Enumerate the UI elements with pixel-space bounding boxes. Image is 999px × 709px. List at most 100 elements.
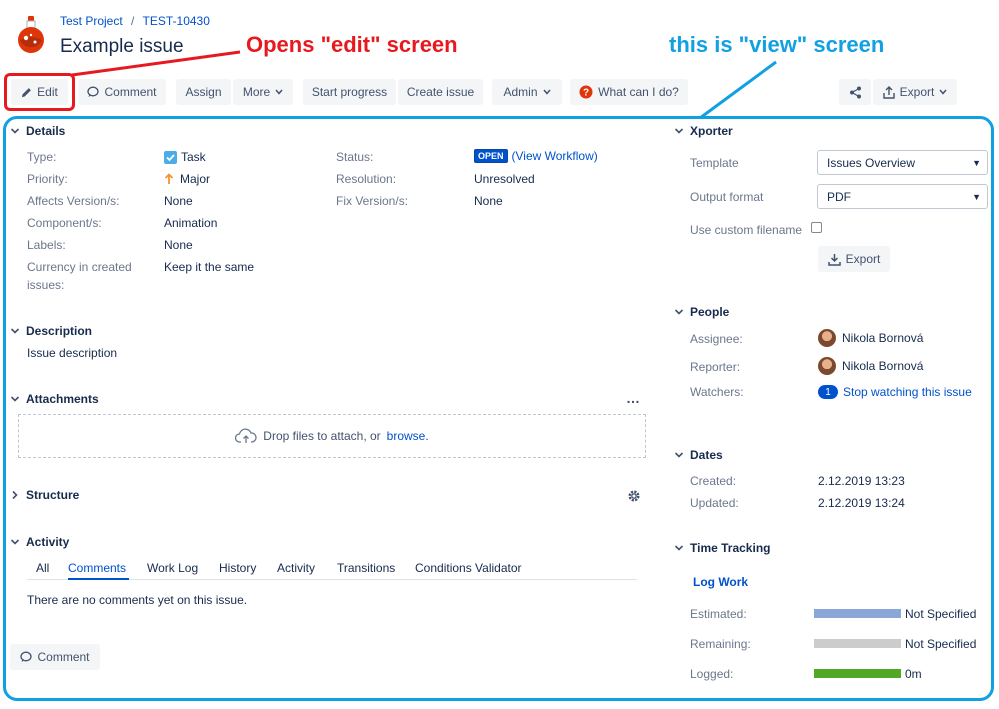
task-type-icon	[164, 150, 177, 164]
custom-filename-checkbox[interactable]	[811, 222, 822, 233]
assignee-label: Assignee:	[690, 332, 743, 346]
component-link[interactable]: Animation	[164, 216, 217, 230]
add-comment-button[interactable]: Comment	[10, 644, 100, 670]
description-text[interactable]: Issue description	[27, 346, 117, 360]
assignee-value[interactable]: Nikola Bornová	[818, 329, 923, 347]
attachments-section-toggle[interactable]: Attachments	[10, 392, 99, 406]
dropzone-text: Drop files to attach, or	[263, 429, 381, 443]
start-progress-button[interactable]: Start progress	[303, 79, 396, 105]
status-lozenge: OPEN	[474, 149, 508, 163]
description-heading: Description	[26, 324, 93, 338]
status-value: OPEN (View Workflow)	[474, 149, 598, 163]
export-icon	[882, 85, 895, 99]
watchers-label: Watchers:	[690, 385, 744, 399]
type-label: Type:	[27, 150, 57, 164]
view-annotation-line	[699, 60, 777, 120]
custom-filename-label: Use custom filename	[690, 223, 803, 237]
more-dropdown[interactable]: More	[233, 79, 293, 105]
arrow-up-priority-icon	[164, 173, 174, 184]
structure-heading: Structure	[26, 488, 80, 502]
chevron-down-icon	[10, 396, 20, 402]
share-button[interactable]	[839, 79, 871, 105]
chevron-down-icon	[275, 89, 283, 95]
xporter-export-label: Export	[845, 252, 881, 266]
edit-button-highlight	[4, 73, 75, 111]
labels-label: Labels:	[27, 238, 66, 252]
created-value: 2.12.2019 13:23	[818, 474, 905, 488]
admin-dropdown[interactable]: Admin	[492, 79, 562, 105]
description-section-toggle[interactable]: Description	[10, 324, 92, 338]
details-heading: Details	[26, 124, 66, 138]
chevron-right-icon	[12, 490, 18, 500]
attachments-more-icon[interactable]: …	[626, 390, 640, 406]
tab-transitions[interactable]: Transitions	[337, 561, 395, 575]
people-section-toggle[interactable]: People	[674, 305, 729, 319]
logged-bar	[814, 669, 901, 678]
tab-activity[interactable]: Activity	[277, 561, 315, 575]
comment-icon	[20, 651, 33, 662]
xporter-export-button[interactable]: Export	[818, 246, 890, 272]
reporter-name: Nikola Bornová	[842, 359, 924, 373]
gear-icon[interactable]	[627, 489, 641, 506]
cloud-upload-icon	[235, 428, 257, 443]
currency-value: Keep it the same	[164, 260, 255, 274]
tab-all[interactable]: All	[36, 561, 49, 575]
priority-label: Priority:	[27, 172, 68, 186]
resolution-value: Unresolved	[474, 172, 535, 186]
chevron-down-icon	[674, 128, 684, 134]
comment-button[interactable]: Comment	[78, 79, 166, 105]
time-tracking-section-toggle[interactable]: Time Tracking	[674, 541, 770, 555]
assign-button[interactable]: Assign	[176, 79, 231, 105]
xporter-section-toggle[interactable]: Xporter	[674, 124, 733, 138]
tab-conditions-validator[interactable]: Conditions Validator	[415, 561, 522, 575]
watchers-count-badge[interactable]: 1	[818, 385, 838, 399]
details-section-toggle[interactable]: Details	[10, 124, 65, 138]
create-issue-button[interactable]: Create issue	[398, 79, 483, 105]
component-label: Component/s:	[27, 216, 102, 230]
stop-watching-link[interactable]: Stop watching this issue	[843, 385, 972, 399]
resolution-label: Resolution:	[336, 172, 397, 186]
fix-version-label: Fix Version/s:	[336, 194, 409, 208]
estimated-value: Not Specified	[905, 607, 977, 621]
created-label: Created:	[690, 474, 737, 488]
dates-section-toggle[interactable]: Dates	[674, 448, 723, 462]
chevron-down-icon	[10, 128, 20, 134]
dates-heading: Dates	[690, 448, 723, 462]
attachment-dropzone[interactable]: Drop files to attach, or browse.	[18, 414, 646, 458]
output-format-select-value: PDF	[827, 190, 851, 204]
status-label: Status:	[336, 150, 374, 164]
what-can-i-do-button[interactable]: ? What can I do?	[570, 79, 688, 105]
template-label: Template	[690, 156, 739, 170]
activity-section-toggle[interactable]: Activity	[10, 535, 69, 549]
labels-value: None	[164, 238, 193, 252]
tab-work-log[interactable]: Work Log	[147, 561, 198, 575]
remaining-label: Remaining:	[690, 637, 751, 651]
updated-value: 2.12.2019 13:24	[818, 496, 905, 510]
tab-history[interactable]: History	[219, 561, 256, 575]
logged-value: 0m	[905, 667, 922, 681]
type-value-text: Task	[181, 150, 206, 164]
attachments-heading: Attachments	[26, 392, 99, 406]
view-workflow-link[interactable]: (View Workflow)	[512, 149, 598, 163]
chevron-down-icon	[674, 452, 684, 458]
affects-version-label: Affects Version/s:	[27, 194, 120, 208]
currency-label-line1: Currency in created	[27, 260, 132, 274]
tab-comments[interactable]: Comments	[68, 561, 126, 575]
log-work-link[interactable]: Log Work	[693, 575, 748, 589]
people-heading: People	[690, 305, 730, 319]
admin-dropdown-label: Admin	[503, 85, 538, 99]
browse-link[interactable]: browse.	[387, 429, 429, 443]
assignee-name: Nikola Bornová	[842, 331, 924, 345]
reporter-value[interactable]: Nikola Bornová	[818, 357, 923, 375]
template-select-value: Issues Overview	[827, 156, 916, 170]
template-select[interactable]: Issues Overview ▼	[817, 150, 988, 175]
avatar	[818, 329, 836, 347]
reporter-label: Reporter:	[690, 360, 741, 374]
structure-section-toggle[interactable]: Structure	[10, 488, 79, 502]
help-icon: ?	[579, 85, 593, 99]
estimated-bar	[814, 609, 901, 618]
add-comment-button-label: Comment	[37, 650, 90, 664]
output-format-select[interactable]: PDF ▼	[817, 184, 988, 209]
share-icon	[849, 86, 861, 98]
export-dropdown[interactable]: Export	[873, 79, 957, 105]
